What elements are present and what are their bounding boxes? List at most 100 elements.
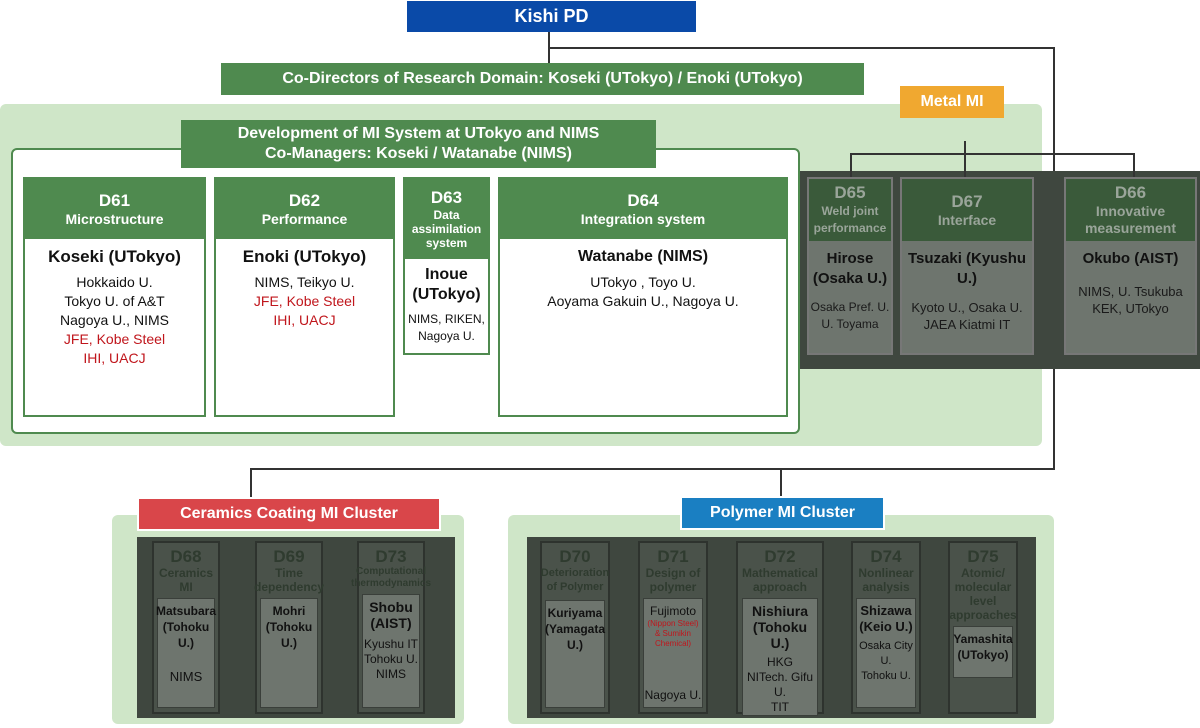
member-industry: IHI, UACJ (83, 350, 146, 366)
member: HKG (766, 655, 793, 669)
lead: Yamashita (UTokyo) (953, 632, 1013, 662)
card-body: Nishiura (Tohoku U.) HKG NITech. Gifu U.… (742, 598, 818, 716)
member-industry: IHI, UACJ (273, 312, 336, 328)
member: NIMS (169, 669, 203, 684)
metal-mi-text: Metal MI (920, 93, 984, 110)
polymer-label: Polymer MI Cluster (680, 496, 885, 530)
card-header: D61 Microstructure (25, 179, 204, 239)
title: Interface (937, 211, 997, 228)
card-d72: D72 Mathematical approach Nishiura (Toho… (736, 541, 824, 716)
card-header: D66 Innovative measurement (1066, 179, 1195, 241)
card-body: Shizawa (Keio U.) Osaka City U. Tohoku U… (855, 598, 917, 708)
metal-mi-label: Metal MI (900, 86, 1004, 118)
code: D66 (1114, 183, 1147, 202)
connector (250, 468, 252, 500)
card-d69: D69 Time dependency Mohri (Tohoku U.) (254, 541, 324, 714)
members: UTokyo , Toyo U. Aoyama Gakuin U., Nagoy… (500, 273, 786, 311)
connector (1133, 153, 1135, 177)
title: Atomic/ molecular level approaches (949, 566, 1017, 622)
title: Deterioration of Polymer (540, 567, 610, 593)
member: Osaka Pref. U. (810, 300, 890, 314)
member: Kyoto U., Osaka U. (911, 300, 1023, 315)
members: NIMS, U. Tsukuba KEK, UTokyo (1066, 283, 1195, 317)
member-industry: JFE, Kobe Steel (253, 293, 356, 309)
member: U. Toyama (821, 317, 879, 331)
card-body: Fujimoto (Nippon Steel) & Sumikin Chemic… (642, 598, 704, 708)
title: Integration system (580, 210, 706, 227)
code: D68 (170, 547, 202, 566)
title: Weld joint performance (813, 204, 887, 235)
code: D72 (764, 547, 796, 566)
card-d65: D65 Weld joint performance Hirose (Osaka… (807, 177, 893, 355)
ceramics-label: Ceramics Coating MI Cluster (137, 497, 441, 531)
title: Computational thermodynamics (350, 566, 432, 589)
member: Hokkaido U. (76, 274, 153, 290)
code: D63 (430, 188, 463, 207)
connector (250, 468, 1055, 470)
card-d73: D73 Computational thermodynamics Shobu (… (351, 541, 431, 714)
lead: Shobu (AIST) (369, 599, 413, 631)
ceramics-text: Ceramics Coating MI Cluster (180, 505, 398, 522)
connector (780, 468, 782, 498)
dev-header: Development of MI System at UTokyo and N… (181, 120, 656, 168)
member: JAEA Kiatmi IT (923, 317, 1011, 332)
card-d71: D71 Design of polymer Fujimoto (Nippon S… (638, 541, 708, 714)
lead: Watanabe (NIMS) (577, 248, 709, 265)
connector (850, 153, 852, 177)
member: Tohoku U. (363, 652, 419, 666)
card-header: D67 Interface (902, 179, 1032, 241)
co-directors-box: Co-Directors of Research Domain: Koseki … (221, 63, 864, 95)
code: D69 (273, 547, 305, 566)
member: NIMS, RIKEN, (408, 312, 485, 326)
code: D67 (951, 191, 983, 211)
member: Aoyama Gakuin U., Nagoya U. (547, 293, 739, 309)
title: Ceramics MI (158, 566, 214, 594)
pd-box: Kishi PD (407, 1, 696, 32)
card-header: D63 Data assimilation system (405, 179, 488, 259)
lead-detail: (Nippon Steel) & Sumikin Chemical) (647, 619, 699, 648)
lead: Shizawa (Keio U.) (859, 603, 913, 634)
card-body: Kuriyama (Yamagata U.) (544, 600, 606, 708)
member: NIMS, U. Tsukuba (1078, 284, 1183, 299)
card-d74: D74 Nonlinear analysis Shizawa (Keio U.)… (851, 541, 921, 714)
connector (548, 47, 1054, 49)
title: Design of polymer (645, 566, 701, 594)
code: D74 (870, 547, 902, 566)
lead: Koseki (UTokyo) (48, 247, 181, 266)
card-body: Mohri (Tohoku U.) (259, 598, 319, 708)
code: D65 (834, 183, 866, 202)
card-body: Hirose (Osaka U.) Osaka Pref. U. U. Toya… (809, 241, 891, 353)
code: D70 (559, 547, 591, 566)
card-body: Yamashita (UTokyo) (952, 626, 1014, 678)
title: Mathematical approach (741, 566, 819, 594)
members: NIMS, Teikyo U. JFE, Kobe Steel IHI, UAC… (216, 273, 393, 330)
members: Kyushu IT Tohoku U. NIMS (364, 637, 418, 682)
card-body: Shobu (AIST) Kyushu IT Tohoku U. NIMS (361, 594, 421, 708)
member: UTokyo , Toyo U. (590, 274, 696, 290)
member: Tohoku U. (861, 670, 911, 682)
lead: Kuriyama (Yamagata U.) (544, 606, 606, 652)
lead: Hirose (Osaka U.) (812, 250, 888, 287)
card-body: Matsubara (Tohoku U.) NIMS (156, 598, 216, 708)
member: Nagoya U. (418, 329, 475, 343)
card-header: D62 Performance (216, 179, 393, 239)
card-d75: D75 Atomic/ molecular level approaches Y… (948, 541, 1018, 714)
member: Nagoya U., NIMS (60, 312, 169, 328)
card-d67: D67 Interface Tsuzaki (Kyushu U.) Kyoto … (900, 177, 1034, 355)
card-d61: D61 Microstructure Koseki (UTokyo) Hokka… (23, 177, 206, 417)
code: D71 (657, 547, 689, 566)
code: D73 (375, 547, 407, 566)
card-body: Tsuzaki (Kyushu U.) Kyoto U., Osaka U. J… (902, 241, 1032, 353)
card-d66: D66 Innovative measurement Okubo (AIST) … (1064, 177, 1197, 355)
card-header: D64 Integration system (500, 179, 786, 239)
lead: Tsuzaki (Kyushu U.) (907, 250, 1027, 287)
lead: Fujimoto (649, 604, 696, 618)
members: NIMS, RIKEN, Nagoya U. (405, 311, 488, 345)
lead: Inoue (UTokyo) (412, 266, 481, 303)
title: Data assimilation system (411, 208, 482, 250)
pd-label: Kishi PD (514, 6, 589, 26)
lead: Okubo (AIST) (1082, 250, 1179, 267)
member: TIT (771, 700, 789, 714)
card-d68: D68 Ceramics MI Matsubara (Tohoku U.) NI… (152, 541, 220, 714)
member: NIMS (376, 667, 406, 681)
